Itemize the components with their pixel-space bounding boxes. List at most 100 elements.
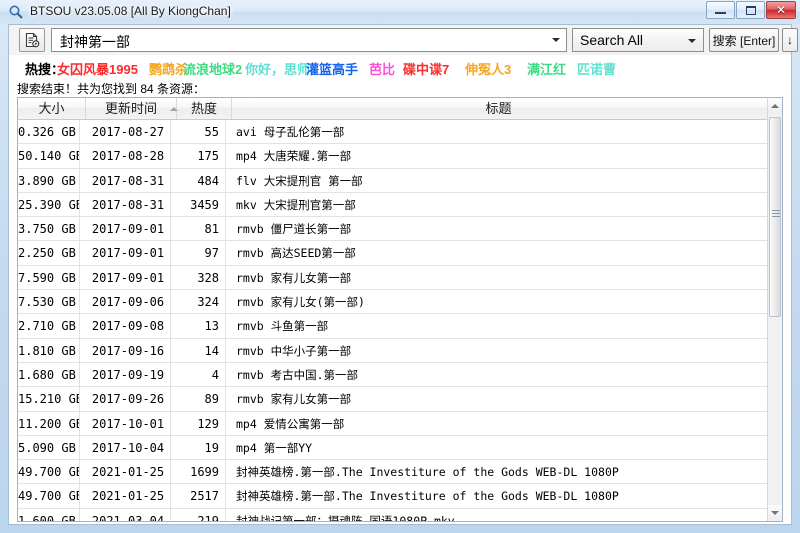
table-row[interactable]: 1.600 GB 2021-03-04 219 封神战记第一部：摄魂阵-国语1080P… [18, 508, 767, 522]
cell-date: 2017-09-26 [86, 387, 171, 412]
hot-search-link-6[interactable]: 碟中谍7 [403, 59, 449, 78]
close-button[interactable]: ✕ [766, 1, 796, 19]
table-row[interactable]: 2.250 GB 2017-09-01 97 rmvb 高达SEED第一部 [18, 241, 767, 266]
search-button[interactable]: 搜索 [Enter] [709, 28, 779, 52]
cell-size: 0.326 GB [18, 120, 80, 144]
cell-heat: 55 [177, 120, 226, 144]
scroll-up-button[interactable] [768, 98, 782, 114]
cell-title: rmvb 家有儿女第一部 [236, 270, 352, 285]
table-row[interactable]: 15.210 GB 2017-09-26 89 rmvb 家有儿女第一部 [18, 387, 767, 412]
cell-title: mp4 大唐荣耀.第一部 [236, 149, 352, 164]
cell-heat: 89 [177, 387, 226, 412]
minimize-button[interactable] [706, 1, 735, 19]
cell-heat: 81 [177, 217, 226, 242]
cell-date: 2017-09-08 [86, 314, 171, 339]
table-header: 大小 更新时间 热度 标题 [18, 98, 782, 120]
chevron-down-icon[interactable] [552, 38, 560, 42]
cell-heat: 2517 [177, 484, 226, 509]
cell-date: 2017-08-31 [86, 168, 171, 193]
table-row[interactable]: 3.890 GB 2017-08-31 484 flv 大宋提刑官 第一部 [18, 168, 767, 193]
cell-heat: 129 [177, 411, 226, 436]
cell-size: 49.700 GB [18, 484, 80, 509]
table-row[interactable]: 5.090 GB 2017-10-04 19 mp4 第一部YY [18, 435, 767, 461]
close-icon: ✕ [775, 3, 787, 17]
cell-size: 7.530 GB [18, 290, 80, 315]
cell-size: 11.200 GB [18, 411, 80, 436]
table-row[interactable]: 7.590 GB 2017-09-01 328 rmvb 家有儿女第一部 [18, 265, 767, 291]
application-window: BTSOU v23.05.08 [All By KiongChan] ✕ 封神第… [0, 0, 800, 533]
hot-search-link-2[interactable]: 流浪地球2 [183, 59, 242, 78]
cell-size: 50.140 GB [18, 144, 80, 169]
search-toolbar: 封神第一部 Search All 搜索 [Enter] ↓ [9, 25, 798, 55]
cell-size: 2.250 GB [18, 241, 80, 266]
table-row[interactable]: 0.326 GB 2017-08-27 55 avi 母子乱伦第一部 [18, 120, 767, 145]
cell-heat: 328 [177, 265, 226, 290]
cell-heat: 4 [177, 362, 226, 387]
table-row[interactable]: 50.140 GB 2017-08-28 175 mp4 大唐荣耀.第一部 [18, 144, 767, 169]
cell-size: 25.390 GB [18, 192, 80, 217]
column-header-date[interactable]: 更新时间 [86, 98, 177, 119]
cell-date: 2017-09-19 [86, 362, 171, 387]
table-row[interactable]: 2.710 GB 2017-09-08 13 rmvb 斗鱼第一部 [18, 314, 767, 339]
document-settings-button[interactable] [19, 28, 45, 52]
cell-title: 封神战记第一部：摄魂阵-国语1080P.mkv [236, 513, 455, 522]
table-row[interactable]: 3.750 GB 2017-09-01 81 rmvb 僵尸道长第一部 [18, 217, 767, 242]
table-row[interactable]: 49.700 GB 2021-01-25 2517 封神英雄榜.第一部.The Inv… [18, 484, 767, 509]
hot-search-link-3[interactable]: 你好，思师 [245, 59, 310, 78]
cell-date: 2017-09-01 [86, 217, 171, 242]
cell-date: 2017-08-28 [86, 144, 171, 169]
table-row[interactable]: 25.390 GB 2017-08-31 3459 mkv 大宋提刑官第一部 [18, 192, 767, 218]
maximize-button[interactable] [736, 1, 765, 19]
status-row: 搜索结束！共为您找到 84 条资源： [9, 79, 791, 97]
hot-search-link-7[interactable]: 伸冤人3 [465, 59, 511, 78]
table-vertical-scrollbar[interactable] [767, 98, 782, 521]
cell-title: mp4 爱情公寓第一部 [236, 416, 345, 431]
table-row[interactable]: 1.680 GB 2017-09-19 4 rmvb 考古中国.第一部 [18, 362, 767, 388]
document-settings-icon [25, 32, 40, 48]
cell-date: 2017-09-01 [86, 241, 171, 266]
cell-size: 1.680 GB [18, 362, 80, 387]
chevron-down-icon[interactable] [688, 39, 696, 43]
column-header-title[interactable]: 标题 [232, 98, 765, 119]
cell-title: 封神英雄榜.第一部.The Investiture of the Gods WE… [236, 489, 619, 504]
cell-title: rmvb 家有儿女(第一部) [236, 295, 365, 310]
scroll-down-button[interactable] [768, 505, 782, 521]
hot-search-link-4[interactable]: 灌篮高手 [306, 59, 358, 78]
table-row[interactable]: 49.700 GB 2021-01-25 1699 封神英雄榜.第一部.The Inv… [18, 460, 767, 485]
download-button[interactable]: ↓ [782, 28, 798, 52]
cell-size: 3.890 GB [18, 168, 80, 193]
column-header-heat[interactable]: 热度 [177, 98, 232, 119]
search-input[interactable]: 封神第一部 [51, 28, 567, 52]
hot-search-link-8[interactable]: 满江红 [527, 59, 566, 78]
cell-date: 2021-01-25 [86, 460, 171, 485]
hot-search-link-0[interactable]: 女囚风暴1995 [57, 59, 138, 78]
result-status-text: 搜索结束！共为您找到 84 条资源： [17, 82, 206, 96]
hot-search-link-5[interactable]: 芭比 [369, 59, 395, 78]
cell-heat: 14 [177, 338, 226, 363]
cell-title: rmvb 家有儿女第一部 [236, 392, 352, 407]
sort-ascending-icon [170, 107, 178, 111]
table-row[interactable]: 7.530 GB 2017-09-06 324 rmvb 家有儿女(第一部) [18, 290, 767, 315]
cell-size: 7.590 GB [18, 265, 80, 290]
cell-date: 2017-09-06 [86, 290, 171, 315]
cell-title: rmvb 高达SEED第一部 [236, 246, 356, 261]
scrollbar-grip-icon [772, 210, 780, 217]
cell-date: 2021-03-04 [86, 508, 171, 521]
hot-search-link-9[interactable]: 匹诺曹 [577, 59, 616, 78]
cell-title: avi 母子乱伦第一部 [236, 125, 345, 139]
cell-heat: 219 [177, 508, 226, 521]
cell-heat: 1699 [177, 460, 226, 485]
table-row[interactable]: 1.810 GB 2017-09-16 14 rmvb 中华小子第一部 [18, 338, 767, 363]
table-row[interactable]: 11.200 GB 2017-10-01 129 mp4 爱情公寓第一部 [18, 411, 767, 436]
search-scope-select[interactable]: Search All [572, 28, 704, 52]
cell-date: 2017-09-01 [86, 265, 171, 290]
cell-date: 2017-08-27 [86, 120, 171, 144]
cell-date: 2017-10-04 [86, 435, 171, 460]
cell-title: rmvb 僵尸道长第一部 [236, 222, 352, 237]
column-header-size[interactable]: 大小 [18, 98, 86, 119]
cell-heat: 13 [177, 314, 226, 339]
cell-date: 2017-10-01 [86, 411, 171, 436]
cell-heat: 19 [177, 435, 226, 460]
scrollbar-thumb[interactable] [769, 117, 781, 317]
cell-size: 3.750 GB [18, 217, 80, 242]
